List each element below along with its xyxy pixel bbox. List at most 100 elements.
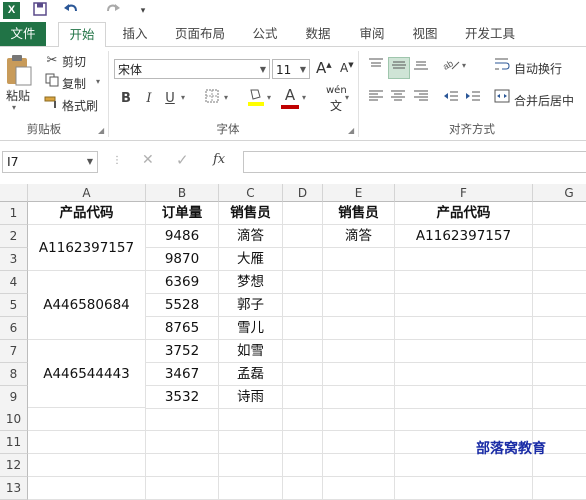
cell-e12[interactable] [323, 454, 395, 477]
tab-view[interactable]: 视图 [403, 22, 447, 46]
column-header-b[interactable]: B [146, 184, 219, 202]
cell-c13[interactable] [219, 477, 283, 500]
orientation-icon[interactable]: ab [441, 57, 461, 77]
cell-d6[interactable] [283, 317, 323, 340]
format-painter-button[interactable]: 格式刷 [62, 97, 98, 114]
align-center-icon[interactable] [388, 89, 408, 109]
align-middle-icon[interactable] [388, 57, 410, 79]
paste-button[interactable]: 粘贴 [6, 87, 30, 104]
cell-d7[interactable] [283, 340, 323, 363]
wrap-text-button[interactable]: 自动换行 [514, 60, 562, 77]
cell-f8[interactable] [395, 363, 533, 386]
cell-f3[interactable] [395, 248, 533, 271]
increase-indent-icon[interactable] [463, 89, 483, 109]
orientation-dropdown-icon[interactable]: ▾ [462, 61, 466, 70]
clipboard-launcher-icon[interactable]: ◢ [98, 126, 104, 135]
cell-g4[interactable] [533, 271, 586, 294]
cell-b3[interactable]: 9870 [146, 248, 219, 271]
cell-e11[interactable] [323, 431, 395, 454]
row-header-8[interactable]: 8 [0, 363, 28, 386]
column-header-e[interactable]: E [323, 184, 395, 202]
row-header-11[interactable]: 11 [0, 431, 28, 454]
cell-f7[interactable] [395, 340, 533, 363]
cell-c6[interactable]: 雪儿 [219, 317, 283, 340]
cell-d4[interactable] [283, 271, 323, 294]
cell-g10[interactable] [533, 408, 586, 431]
cell-a7-merged[interactable]: A446544443 [28, 340, 146, 408]
redo-icon[interactable] [100, 2, 126, 20]
cell-g3[interactable] [533, 248, 586, 271]
cell-c11[interactable] [219, 431, 283, 454]
cell-d1[interactable] [283, 202, 323, 225]
font-size-select[interactable]: 11 ▼ [272, 59, 310, 79]
cell-f2[interactable]: A1162397157 [395, 225, 533, 248]
cell-e3[interactable] [323, 248, 395, 271]
paste-dropdown-icon[interactable]: ▾ [12, 103, 16, 112]
column-header-c[interactable]: C [219, 184, 283, 202]
tab-home[interactable]: 开始 [58, 22, 106, 48]
cell-b13[interactable] [146, 477, 219, 500]
tab-insert[interactable]: 插入 [112, 22, 158, 46]
merge-center-icon[interactable] [492, 89, 512, 109]
cut-icon[interactable]: ✂ [42, 51, 62, 71]
row-header-1[interactable]: 1 [0, 202, 28, 225]
cell-f6[interactable] [395, 317, 533, 340]
phonetic-dropdown-icon[interactable]: ▾ [345, 93, 349, 102]
cell-c5[interactable]: 郭子 [219, 294, 283, 317]
cell-c9[interactable]: 诗雨 [219, 386, 283, 409]
italic-button[interactable]: I [139, 89, 159, 109]
cell-a10[interactable] [28, 408, 146, 431]
cell-d2[interactable] [283, 225, 323, 248]
decrease-indent-icon[interactable] [441, 89, 461, 109]
copy-dropdown-icon[interactable]: ▾ [96, 77, 100, 86]
font-color-icon[interactable]: A [280, 85, 300, 105]
row-header-12[interactable]: 12 [0, 454, 28, 477]
cell-b11[interactable] [146, 431, 219, 454]
cell-g13[interactable] [533, 477, 586, 500]
tab-formulas[interactable]: 公式 [243, 22, 287, 46]
wrap-text-icon[interactable] [492, 57, 512, 77]
cell-c1[interactable]: 销售员 [219, 202, 283, 225]
cell-g6[interactable] [533, 317, 586, 340]
cell-c10[interactable] [219, 408, 283, 431]
cell-g7[interactable] [533, 340, 586, 363]
cell-e13[interactable] [323, 477, 395, 500]
copy-icon[interactable] [42, 73, 62, 93]
tab-developer[interactable]: 开发工具 [456, 22, 524, 46]
cell-g9[interactable] [533, 386, 586, 409]
border-dropdown-icon[interactable]: ▾ [224, 93, 228, 102]
row-header-2[interactable]: 2 [0, 225, 28, 248]
cell-c2[interactable]: 滴答 [219, 225, 283, 248]
merge-center-button[interactable]: 合并后居中 [514, 92, 574, 109]
cell-c7[interactable]: 如雪 [219, 340, 283, 363]
cell-e8[interactable] [323, 363, 395, 386]
row-header-6[interactable]: 6 [0, 317, 28, 340]
cell-f9[interactable] [395, 386, 533, 409]
font-name-select[interactable]: 宋体 ▼ [114, 59, 270, 79]
formula-input[interactable] [243, 151, 586, 173]
column-header-d[interactable]: D [283, 184, 323, 202]
cell-b12[interactable] [146, 454, 219, 477]
cell-c12[interactable] [219, 454, 283, 477]
cell-b1[interactable]: 订单量 [146, 202, 219, 225]
row-header-4[interactable]: 4 [0, 271, 28, 294]
align-left-icon[interactable] [366, 89, 386, 109]
cell-e4[interactable] [323, 271, 395, 294]
cell-a2-merged[interactable]: A1162397157 [28, 225, 146, 271]
cancel-icon[interactable]: ✕ [142, 152, 154, 168]
tab-review[interactable]: 审阅 [350, 22, 394, 46]
enter-icon[interactable]: ✓ [176, 151, 189, 169]
cell-d13[interactable] [283, 477, 323, 500]
cell-a12[interactable] [28, 454, 146, 477]
save-icon[interactable] [30, 2, 50, 20]
cell-b10[interactable] [146, 408, 219, 431]
row-header-9[interactable]: 9 [0, 386, 28, 409]
name-box[interactable]: I7 ▼ [2, 151, 98, 173]
fill-color-dropdown-icon[interactable]: ▾ [267, 93, 271, 102]
cell-a4-merged[interactable]: A446580684 [28, 271, 146, 340]
cell-f5[interactable] [395, 294, 533, 317]
cell-g1[interactable] [533, 202, 586, 225]
bold-button[interactable]: B [116, 89, 136, 109]
fill-color-icon[interactable] [246, 87, 266, 107]
cell-g8[interactable] [533, 363, 586, 386]
